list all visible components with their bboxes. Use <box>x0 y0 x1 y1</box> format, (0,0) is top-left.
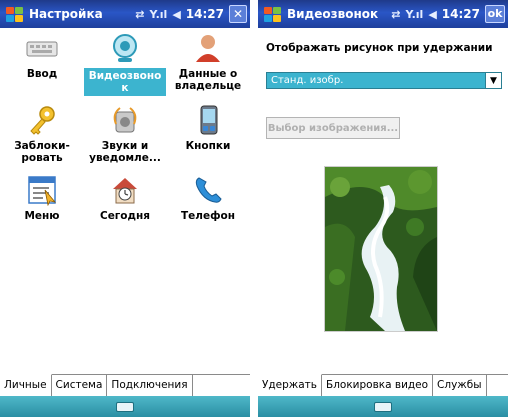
tab-bar: Удержать Блокировка видео Службы <box>258 374 508 396</box>
owner-icon <box>191 32 225 64</box>
tab-services[interactable]: Службы <box>433 375 487 396</box>
settings-item-label: Данные о владельце <box>174 68 242 92</box>
settings-item-menu[interactable]: Меню <box>0 174 84 246</box>
video-call-screen: Видеозвонок ⇄ Y.ıl ◀ 14:27 ok Отображать… <box>258 0 508 417</box>
settings-item-owner[interactable]: Данные о владельце <box>166 32 250 104</box>
settings-item-phone[interactable]: Телефон <box>166 174 250 246</box>
clock[interactable]: 14:27 <box>186 7 224 21</box>
settings-item-label: Сегодня <box>99 210 150 222</box>
settings-item-today[interactable]: Сегодня <box>83 174 167 246</box>
tab-bar: Личные Система Подключения <box>0 374 250 396</box>
signal-icon[interactable]: Y.ıl <box>149 8 167 21</box>
hold-image-preview <box>324 166 438 332</box>
hold-image-dropdown[interactable]: Станд. изобр. ▼ <box>266 72 502 89</box>
menu-icon <box>25 174 59 206</box>
settings-item-label: Звуки и уведомле... <box>89 140 161 164</box>
tab-connections[interactable]: Подключения <box>107 375 193 396</box>
connectivity-icon[interactable]: ⇄ <box>135 8 144 21</box>
buttons-icon <box>191 104 225 136</box>
waterfall-image <box>325 167 437 331</box>
window-title: Настройка <box>29 7 103 21</box>
tab-video-block[interactable]: Блокировка видео <box>322 375 434 396</box>
settings-item-sounds[interactable]: Звуки и уведомле... <box>83 104 167 176</box>
settings-item-video-call[interactable]: Видеозвоно к <box>83 32 167 104</box>
hold-image-option-label: Отображать рисунок при удержании <box>266 42 493 54</box>
settings-item-label: Кнопки <box>185 140 231 152</box>
settings-item-label: Телефон <box>181 210 235 222</box>
start-menu-icon[interactable] <box>261 4 283 24</box>
window-title: Видеозвонок <box>287 7 379 21</box>
connectivity-icon[interactable]: ⇄ <box>391 8 400 21</box>
soft-key-bar <box>258 396 508 417</box>
ok-button[interactable]: ok <box>485 5 505 23</box>
settings-item-label: Ввод <box>26 68 58 80</box>
video-call-icon <box>108 32 142 64</box>
signal-icon[interactable]: Y.ıl <box>405 8 423 21</box>
phone-icon <box>191 174 225 206</box>
settings-item-label: Видеозвоно к <box>84 68 166 96</box>
volume-icon[interactable]: ◀ <box>172 8 180 21</box>
settings-item-buttons[interactable]: Кнопки <box>166 104 250 176</box>
choose-image-button: Выбор изображения... <box>266 117 400 139</box>
sounds-icon <box>108 104 142 136</box>
tab-system[interactable]: Система <box>52 375 108 396</box>
input-panel-icon[interactable] <box>116 401 134 412</box>
input-panel-icon[interactable] <box>374 401 392 412</box>
settings-item-lock[interactable]: Заблоки- ровать <box>0 104 84 176</box>
soft-key-bar <box>0 396 250 417</box>
settings-item-label: Заблоки- ровать <box>14 140 70 164</box>
settings-item-input[interactable]: Ввод <box>0 32 84 104</box>
start-menu-icon[interactable] <box>3 4 25 24</box>
chevron-down-icon[interactable]: ▼ <box>485 73 501 88</box>
tab-hold[interactable]: Удержать <box>258 374 322 396</box>
keyboard-icon <box>25 32 59 64</box>
close-button[interactable]: ✕ <box>229 5 247 23</box>
today-icon <box>108 174 142 206</box>
dropdown-value: Станд. изобр. <box>271 75 344 86</box>
title-bar: Настройка ⇄ Y.ıl ◀ 14:27 ✕ <box>0 0 250 28</box>
title-bar: Видеозвонок ⇄ Y.ıl ◀ 14:27 ok <box>258 0 508 28</box>
clock[interactable]: 14:27 <box>442 7 480 21</box>
tab-personal[interactable]: Личные <box>0 374 52 396</box>
volume-icon[interactable]: ◀ <box>428 8 436 21</box>
key-icon <box>25 104 59 136</box>
settings-item-label: Меню <box>24 210 60 222</box>
settings-screen: Настройка ⇄ Y.ıl ◀ 14:27 ✕ Ввод Видеозво… <box>0 0 250 417</box>
